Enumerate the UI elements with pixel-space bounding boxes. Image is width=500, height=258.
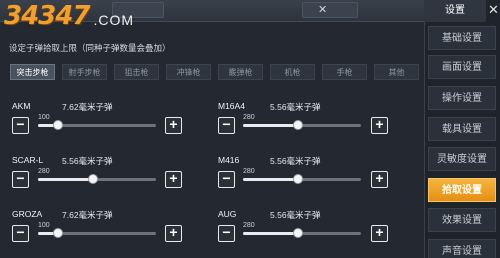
- watermark-domain: .COM: [93, 12, 135, 28]
- sidebar-item-controls[interactable]: 操作设置: [428, 86, 496, 110]
- increase-button[interactable]: +: [165, 171, 182, 188]
- sidebar-item-basic[interactable]: 基础设置: [428, 26, 496, 50]
- slider-fill: [243, 178, 299, 181]
- sidebar-item-sound[interactable]: 声音设置: [428, 239, 496, 258]
- increase-button[interactable]: +: [371, 171, 388, 188]
- slider-value: 100: [38, 222, 50, 229]
- weapon-name: AUG: [218, 209, 237, 219]
- watermark-number: 34347: [4, 1, 90, 31]
- sidebar-title: 设置: [424, 0, 486, 22]
- increase-button[interactable]: +: [371, 117, 388, 134]
- tab-smg[interactable]: 冲锋枪: [166, 64, 211, 80]
- weapon-name: M16A4: [218, 101, 245, 111]
- slider-fill: [243, 232, 299, 235]
- sidebar-item-graphics[interactable]: 画面设置: [428, 55, 496, 79]
- sidebar-item-pickup[interactable]: 拾取设置: [428, 178, 496, 202]
- slider-value: 280: [243, 114, 255, 121]
- decrease-button[interactable]: −: [218, 225, 235, 242]
- slider-value: 100: [38, 114, 50, 121]
- tab-pistol[interactable]: 手枪: [322, 64, 367, 80]
- increase-button[interactable]: +: [165, 225, 182, 242]
- increase-button[interactable]: +: [371, 225, 388, 242]
- decrease-button[interactable]: −: [218, 117, 235, 134]
- slider-handle[interactable]: [293, 120, 304, 130]
- sidebar-item-sensitivity[interactable]: 灵敏度设置: [428, 147, 496, 171]
- decrease-button[interactable]: −: [218, 171, 235, 188]
- slider-handle[interactable]: [88, 174, 99, 184]
- decrease-button[interactable]: −: [12, 117, 29, 134]
- increase-button[interactable]: +: [165, 117, 182, 134]
- top-strip-close-icon[interactable]: ✕: [318, 3, 327, 16]
- ammo-type: 5.56毫米子弹: [270, 102, 321, 112]
- tab-shotgun[interactable]: 霰弹枪: [218, 64, 263, 80]
- site-watermark: 34347 .COM: [4, 1, 135, 31]
- slider-handle[interactable]: [293, 174, 304, 184]
- slider-fill: [243, 124, 299, 127]
- decrease-button[interactable]: −: [12, 171, 29, 188]
- weapon-name: GROZA: [12, 209, 43, 219]
- sidebar-item-effects[interactable]: 效果设置: [428, 208, 496, 232]
- close-icon[interactable]: ✕: [488, 2, 499, 18]
- slider-handle[interactable]: [53, 228, 64, 238]
- slider-value: 280: [38, 168, 50, 175]
- tab-machine-gun[interactable]: 机枪: [270, 64, 315, 80]
- decrease-button[interactable]: −: [12, 225, 29, 242]
- weapon-name: SCAR-L: [12, 155, 44, 165]
- ammo-type: 5.56毫米子弹: [270, 156, 321, 166]
- slider-fill: [38, 178, 94, 181]
- ammo-type: 5.56毫米子弹: [62, 156, 113, 166]
- slider-handle[interactable]: [293, 228, 304, 238]
- tab-assault-rifle[interactable]: 突击步枪: [10, 64, 55, 80]
- weapon-name: M416: [218, 155, 240, 165]
- tab-marksman-rifle[interactable]: 射手步枪: [62, 64, 107, 80]
- slider-handle[interactable]: [53, 120, 64, 130]
- weapon-name: AKM: [12, 101, 31, 111]
- tab-other[interactable]: 其他: [374, 64, 419, 80]
- top-strip-toggle-2[interactable]: [302, 2, 358, 18]
- weapon-category-tabs: 突击步枪 射手步枪 狙击枪 冲锋枪 霰弹枪 机枪 手枪 其他: [10, 64, 420, 80]
- slider-value: 280: [243, 168, 255, 175]
- sidebar-item-vehicle[interactable]: 载具设置: [428, 117, 496, 141]
- ammo-type: 5.56毫米子弹: [270, 210, 321, 220]
- tab-sniper-rifle[interactable]: 狙击枪: [114, 64, 159, 80]
- ammo-type: 7.62毫米子弹: [62, 102, 113, 112]
- section-title: 设定子弹拾取上限（同种子弹数量会叠加）: [9, 43, 171, 53]
- slider-value: 280: [243, 222, 255, 229]
- ammo-type: 7.62毫米子弹: [62, 210, 113, 220]
